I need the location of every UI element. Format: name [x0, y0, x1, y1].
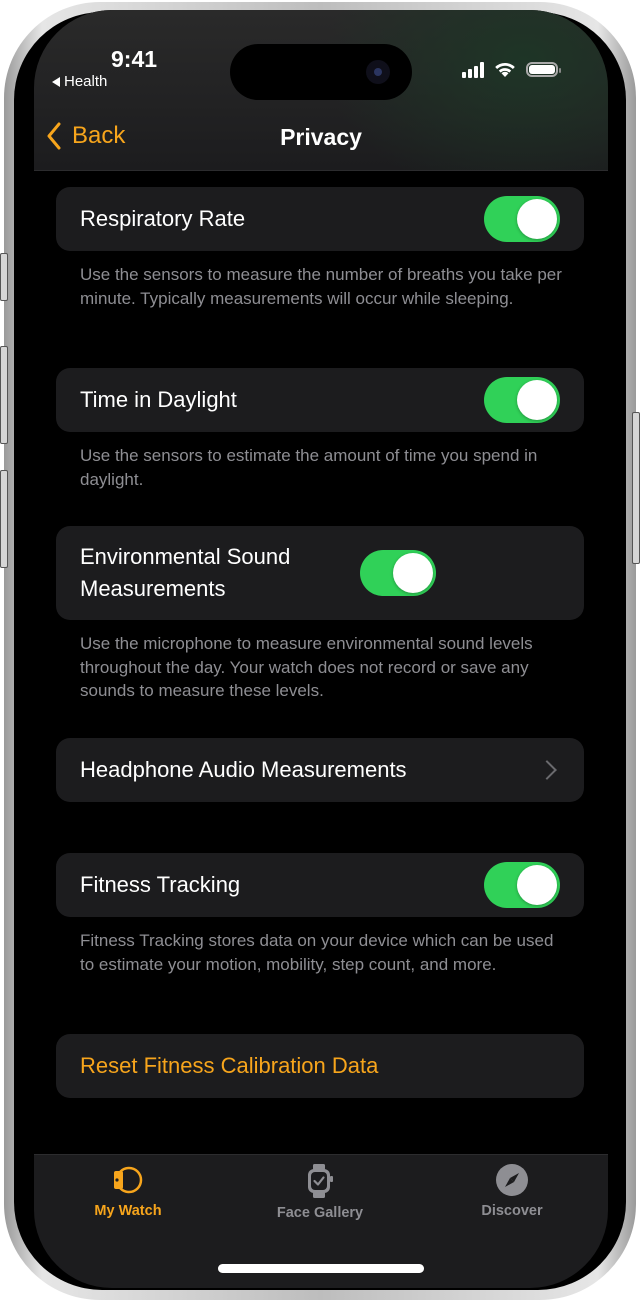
header: 9:41 Health Back Privacy	[34, 10, 608, 171]
environmental-sound-toggle[interactable]	[360, 550, 436, 596]
tab-my-watch[interactable]: My Watch	[48, 1163, 208, 1219]
action-button	[0, 253, 8, 301]
setting-label: Respiratory Rate	[80, 206, 246, 231]
tab-discover[interactable]: Discover	[432, 1163, 592, 1219]
dynamic-island	[230, 44, 412, 100]
setting-label: Headphone Audio Measurements	[80, 757, 407, 782]
setting-label: Fitness Tracking	[80, 872, 241, 897]
fitness-tracking-description: Fitness Tracking stores data on your dev…	[80, 931, 554, 974]
time-in-daylight-toggle[interactable]	[484, 377, 560, 423]
volume-up-button	[0, 346, 8, 444]
setting-environmental-sound: Environmental Sound Measurements	[56, 526, 584, 620]
cellular-signal-icon	[462, 61, 484, 78]
setting-fitness-tracking: Fitness Tracking	[56, 853, 584, 917]
setting-label: Reset Fitness Calibration Data	[80, 1053, 379, 1078]
tab-label: My Watch	[94, 1203, 162, 1219]
environmental-sound-description: Use the microphone to measure environmen…	[80, 634, 533, 700]
respiratory-rate-toggle[interactable]	[484, 196, 560, 242]
home-indicator[interactable]	[218, 1264, 424, 1273]
camera-icon	[366, 60, 390, 84]
side-button	[632, 412, 640, 564]
battery-icon	[526, 62, 561, 77]
watch-side-icon	[114, 1166, 143, 1194]
tab-label: Discover	[481, 1203, 543, 1219]
compass-icon	[496, 1164, 528, 1196]
screen: 9:41 Health Back Privacy Respiratory Rat…	[34, 10, 608, 1288]
chevron-right-icon	[537, 760, 557, 780]
fitness-tracking-toggle[interactable]	[484, 862, 560, 908]
status-icons	[462, 61, 561, 78]
page-title: Privacy	[280, 124, 362, 150]
back-to-app-link[interactable]: Health	[52, 73, 107, 90]
reset-fitness-calibration-button[interactable]: Reset Fitness Calibration Data	[56, 1034, 584, 1098]
back-app-label: Health	[64, 73, 108, 90]
setting-time-in-daylight: Time in Daylight	[56, 368, 584, 432]
respiratory-rate-description: Use the sensors to measure the number of…	[80, 265, 562, 308]
tab-face-gallery[interactable]: Face Gallery	[240, 1163, 400, 1221]
status-time: 9:41	[111, 46, 158, 72]
wifi-icon	[495, 62, 515, 77]
time-in-daylight-description: Use the sensors to estimate the amount o…	[80, 446, 538, 489]
setting-respiratory-rate: Respiratory Rate	[56, 187, 584, 251]
setting-label: Environmental Sound Measurements	[80, 544, 291, 601]
setting-label: Time in Daylight	[80, 387, 237, 412]
back-triangle-icon	[52, 76, 60, 87]
tab-label: Face Gallery	[276, 1205, 364, 1221]
volume-down-button	[0, 470, 8, 568]
setting-headphone-audio[interactable]: Headphone Audio Measurements	[56, 738, 584, 802]
watch-face-icon	[308, 1164, 333, 1198]
